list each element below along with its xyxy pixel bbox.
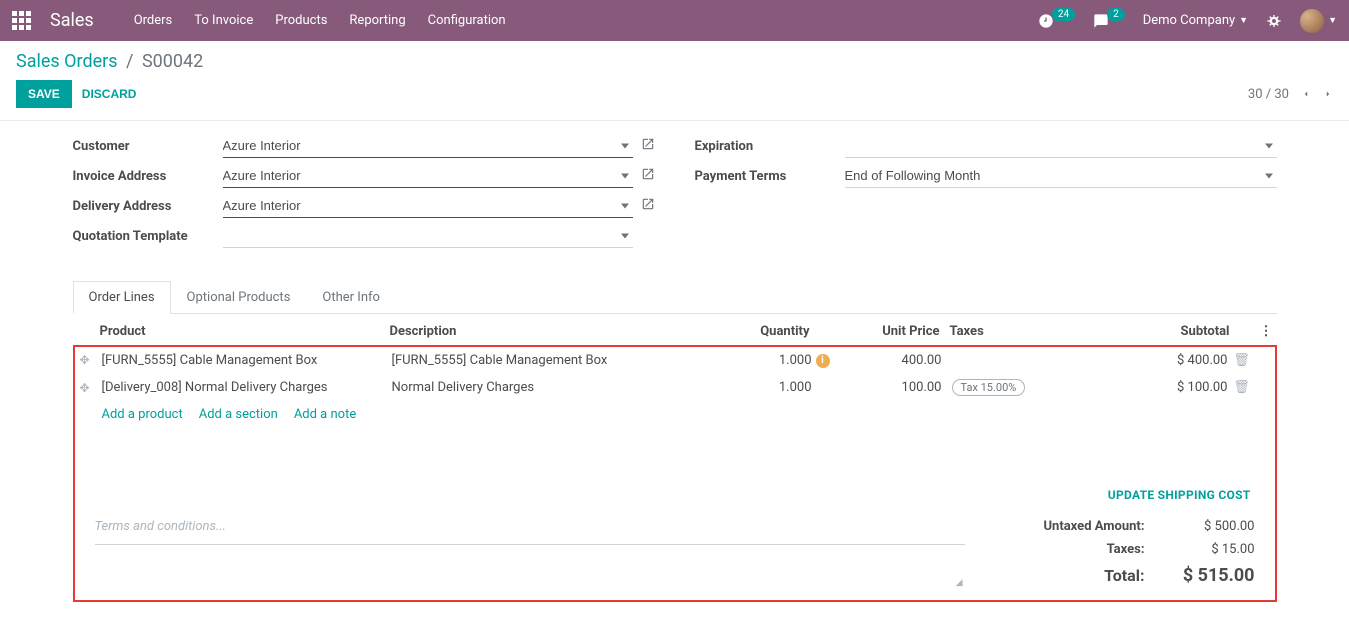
- total-value: $ 515.00: [1175, 565, 1255, 586]
- tab-other-info[interactable]: Other Info: [306, 281, 396, 313]
- cell-unit-price[interactable]: 400.00: [842, 353, 942, 368]
- company-switch[interactable]: Demo Company ▼: [1143, 13, 1248, 28]
- resize-grip-icon[interactable]: ◢: [956, 578, 963, 588]
- customer-field[interactable]: [223, 134, 633, 158]
- total-label: Total:: [1104, 566, 1144, 585]
- delete-row-icon[interactable]: 🗑: [1228, 380, 1256, 395]
- label-invoice-address: Invoice Address: [73, 169, 223, 184]
- cell-quantity[interactable]: 1.000: [712, 353, 812, 368]
- save-button[interactable]: SAVE: [16, 80, 72, 108]
- add-note-link[interactable]: Add a note: [294, 407, 356, 422]
- th-subtotal: Subtotal: [1040, 324, 1230, 339]
- untaxed-label: Untaxed Amount:: [1043, 519, 1144, 534]
- company-name: Demo Company: [1143, 13, 1235, 28]
- th-product: Product: [100, 324, 390, 339]
- activity-badge: 24: [1052, 8, 1075, 21]
- tabs: Order Lines Optional Products Other Info: [73, 281, 1277, 314]
- nav-orders[interactable]: Orders: [134, 13, 173, 28]
- quotation-caret-icon[interactable]: [621, 234, 629, 239]
- avatar: [1300, 9, 1324, 33]
- debug-icon[interactable]: [1266, 13, 1282, 29]
- order-lines-panel: ✥ [FURN_5555] Cable Management Box [FURN…: [73, 346, 1277, 602]
- update-shipping-cost-button[interactable]: UPDATE SHIPPING COST: [1108, 488, 1251, 502]
- customer-caret-icon[interactable]: [621, 144, 629, 149]
- delivery-caret-icon[interactable]: [621, 204, 629, 209]
- app-brand: Sales: [50, 10, 94, 31]
- invoice-address-field[interactable]: [223, 164, 633, 188]
- nav-links: Orders To Invoice Products Reporting Con…: [134, 13, 506, 28]
- expiration-caret-icon[interactable]: [1265, 144, 1273, 149]
- form-sheet: Customer Invoice Address Delivery Addres…: [59, 121, 1291, 622]
- tab-order-lines[interactable]: Order Lines: [73, 281, 171, 314]
- taxes-value: $ 15.00: [1175, 542, 1255, 557]
- cell-description[interactable]: Normal Delivery Charges: [392, 380, 712, 395]
- apps-menu-icon[interactable]: [12, 11, 32, 31]
- messages-badge: 2: [1107, 8, 1125, 21]
- cell-unit-price[interactable]: 100.00: [842, 380, 942, 395]
- totals: Untaxed Amount: $ 500.00 Taxes: $ 15.00 …: [995, 515, 1255, 590]
- cell-product[interactable]: [Delivery_008] Normal Delivery Charges: [102, 380, 392, 395]
- pager: 30 / 30: [1248, 87, 1333, 102]
- invoice-external-link-icon[interactable]: [641, 167, 655, 185]
- payment-caret-icon[interactable]: [1265, 174, 1273, 179]
- th-unit-price: Unit Price: [840, 324, 940, 339]
- taxes-label: Taxes:: [1107, 542, 1145, 557]
- cell-quantity[interactable]: 1.000: [712, 380, 812, 395]
- expiration-field[interactable]: [845, 134, 1277, 158]
- cell-subtotal: $ 400.00: [1042, 353, 1228, 368]
- order-lines-header: Product Description Quantity Unit Price …: [73, 314, 1277, 347]
- label-expiration: Expiration: [695, 139, 845, 154]
- tab-optional-products[interactable]: Optional Products: [171, 281, 307, 313]
- delete-row-icon[interactable]: 🗑: [1228, 353, 1256, 368]
- drag-handle-icon[interactable]: ✥: [80, 353, 102, 367]
- activity-indicator[interactable]: 24: [1038, 13, 1075, 29]
- add-section-link[interactable]: Add a section: [199, 407, 278, 422]
- messages-indicator[interactable]: 2: [1093, 13, 1125, 29]
- nav-products[interactable]: Products: [275, 13, 327, 28]
- label-quotation-template: Quotation Template: [73, 229, 223, 244]
- pager-next-icon[interactable]: [1323, 89, 1333, 99]
- label-delivery-address: Delivery Address: [73, 199, 223, 214]
- terms-input[interactable]: [95, 515, 965, 545]
- warning-icon[interactable]: i: [816, 354, 830, 368]
- nav-reporting[interactable]: Reporting: [349, 13, 405, 28]
- nav-configuration[interactable]: Configuration: [428, 13, 506, 28]
- user-menu[interactable]: ▼: [1300, 9, 1337, 33]
- drag-handle-icon[interactable]: ✥: [80, 381, 102, 395]
- customer-external-link-icon[interactable]: [641, 137, 655, 155]
- table-row[interactable]: ✥ [Delivery_008] Normal Delivery Charges…: [75, 374, 1275, 401]
- nav-to-invoice[interactable]: To Invoice: [194, 13, 253, 28]
- control-bar: Sales Orders / S00042 SAVE DISCARD 30 / …: [0, 41, 1349, 121]
- tax-pill: Tax 15.00%: [952, 379, 1026, 396]
- delivery-address-field[interactable]: [223, 194, 633, 218]
- columns-menu-icon[interactable]: ⋮: [1258, 324, 1272, 339]
- th-description: Description: [390, 324, 710, 339]
- th-quantity: Quantity: [710, 324, 810, 339]
- th-taxes: Taxes: [940, 324, 1040, 339]
- cell-description[interactable]: [FURN_5555] Cable Management Box: [392, 353, 712, 368]
- cell-taxes[interactable]: Tax 15.00%: [942, 380, 1042, 395]
- pager-prev-icon[interactable]: [1301, 89, 1311, 99]
- breadcrumb-current: S00042: [142, 51, 203, 72]
- delivery-external-link-icon[interactable]: [641, 197, 655, 215]
- table-row[interactable]: ✥ [FURN_5555] Cable Management Box [FURN…: [75, 346, 1275, 374]
- label-customer: Customer: [73, 139, 223, 154]
- payment-terms-field[interactable]: [845, 164, 1277, 188]
- label-payment-terms: Payment Terms: [695, 169, 845, 184]
- untaxed-value: $ 500.00: [1175, 519, 1255, 534]
- cell-subtotal: $ 100.00: [1042, 380, 1228, 395]
- top-navbar: Sales Orders To Invoice Products Reporti…: [0, 0, 1349, 41]
- breadcrumb-root[interactable]: Sales Orders: [16, 51, 118, 72]
- invoice-caret-icon[interactable]: [621, 174, 629, 179]
- discard-button[interactable]: DISCARD: [82, 87, 137, 101]
- quotation-template-field[interactable]: [223, 224, 633, 248]
- add-product-link[interactable]: Add a product: [102, 407, 183, 422]
- breadcrumb: Sales Orders / S00042: [16, 51, 1333, 72]
- cell-product[interactable]: [FURN_5555] Cable Management Box: [102, 353, 392, 368]
